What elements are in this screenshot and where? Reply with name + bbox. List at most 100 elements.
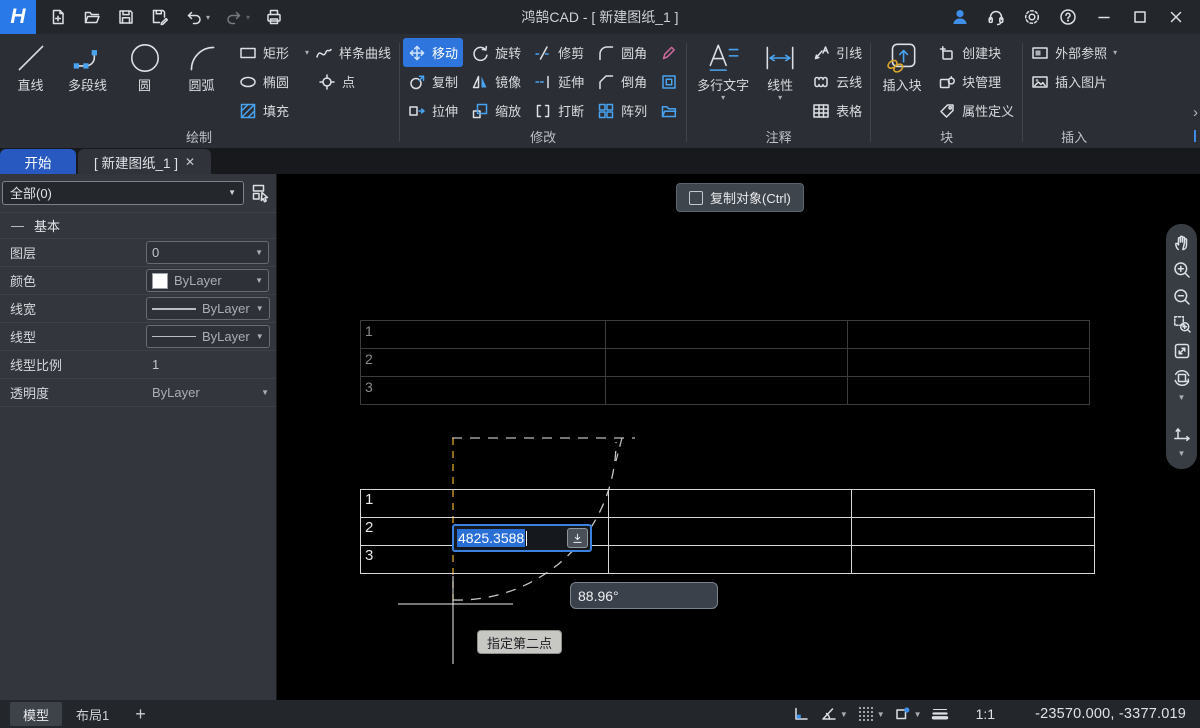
help-icon	[1058, 7, 1078, 27]
close-button[interactable]	[1160, 2, 1192, 32]
circle-tool[interactable]: 圆	[116, 38, 173, 93]
tab-drawing[interactable]: [ 新建图纸_1 ] ✕	[78, 149, 211, 174]
ribbon-expand-chevron[interactable]: ›	[1193, 104, 1198, 121]
revision-cloud-tool[interactable]: 云线	[807, 67, 867, 96]
tab-close-icon[interactable]: ✕	[185, 155, 195, 169]
new-layout-button[interactable]: +	[123, 704, 158, 725]
model-space-tab[interactable]: 模型	[10, 702, 62, 726]
linear-dimension-tool[interactable]: 线性 ▾	[756, 38, 804, 102]
mirror-tool[interactable]: 镜像	[466, 67, 526, 96]
selection-filter-dropdown[interactable]: 全部(0) ▼	[2, 181, 244, 205]
copy-object-checkbox[interactable]	[689, 191, 703, 205]
spline-tool[interactable]: ▾ 样条曲线	[300, 38, 396, 67]
quick-select-button[interactable]	[247, 180, 274, 205]
offset-tool[interactable]	[655, 67, 683, 96]
object-snap-toggle[interactable]: ▼	[889, 702, 926, 726]
ortho-mode-toggle[interactable]	[787, 702, 815, 726]
attribute-definition-tool[interactable]: 属性定义	[933, 96, 1019, 125]
pan-button[interactable]	[1170, 231, 1194, 255]
property-row-transparency: 透明度 ByLayer ▼	[0, 379, 276, 407]
minimize-button[interactable]	[1088, 2, 1120, 32]
osnap-dropdown-caret[interactable]: ▼	[914, 710, 922, 719]
basic-section-header[interactable]: — 基本	[0, 212, 276, 239]
zoom-extents-button[interactable]	[1170, 339, 1194, 363]
match-properties-tool[interactable]	[655, 38, 683, 67]
ucs-button[interactable]	[1170, 422, 1194, 446]
polar-tracking-toggle[interactable]: ▼	[815, 702, 852, 726]
layer-dropdown[interactable]: 0 ▼	[146, 241, 269, 264]
save-as-button[interactable]	[144, 2, 176, 32]
zoom-window-button[interactable]	[1170, 312, 1194, 336]
polyline-tool[interactable]: 多段线	[59, 38, 116, 93]
explode-tool[interactable]	[655, 96, 683, 125]
fillet-tool[interactable]: 圆角	[592, 38, 652, 67]
copy-tool[interactable]: 复制	[403, 67, 463, 96]
line-tool[interactable]: 直线	[2, 38, 59, 93]
break-tool[interactable]: 打断	[529, 96, 589, 125]
orbit-button[interactable]	[1170, 366, 1194, 390]
external-reference-tool[interactable]: 外部参照 ▾	[1026, 38, 1122, 67]
app-logo[interactable]: H	[0, 0, 36, 34]
linetype-dropdown[interactable]: ByLayer ▼	[146, 325, 270, 348]
undo-dropdown-caret[interactable]: ▾	[206, 13, 210, 22]
table-tool[interactable]: 表格	[807, 96, 867, 125]
copy-object-option[interactable]: 复制对象(Ctrl)	[676, 183, 804, 212]
drawing-canvas[interactable]: 1 2 3 1 2 3 复制对象(Ctrl) 4825.3588 88.96° …	[277, 174, 1200, 700]
dynamic-input[interactable]: 4825.3588	[452, 524, 592, 552]
layout1-tab[interactable]: 布局1	[62, 702, 123, 726]
undo-button[interactable]: ▾	[178, 2, 216, 32]
grid-toggle[interactable]: ▼	[852, 702, 889, 726]
hatch-tool[interactable]: 填充	[234, 96, 294, 125]
redo-dropdown-caret[interactable]: ▾	[246, 13, 250, 22]
annotation-scale[interactable]: 1:1	[976, 706, 995, 722]
orbit-dropdown-caret[interactable]: ▼	[1178, 393, 1186, 402]
leader-tool[interactable]: 引线	[807, 38, 867, 67]
ltscale-value[interactable]: 1	[146, 357, 159, 372]
new-file-button[interactable]	[42, 2, 74, 32]
mtext-tool[interactable]: 多行文字 ▾	[690, 38, 756, 102]
save-button[interactable]	[110, 2, 142, 32]
fillet-icon	[597, 44, 615, 62]
point-tool[interactable]: 点	[300, 67, 396, 96]
lineweight-display-toggle[interactable]	[926, 702, 954, 726]
ellipse-tool[interactable]: 椭圆	[234, 67, 294, 96]
array-tool[interactable]: 阵列	[592, 96, 652, 125]
extend-tool[interactable]: 延伸	[529, 67, 589, 96]
rotate-tool[interactable]: 旋转	[466, 38, 526, 67]
insert-block-tool[interactable]: 插入块	[874, 38, 930, 93]
redo-button[interactable]: ▾	[218, 2, 256, 32]
lineweight-dropdown[interactable]: ByLayer ▼	[146, 297, 270, 320]
chamfer-tool[interactable]: 倒角	[592, 67, 652, 96]
rectangle-tool[interactable]: 矩形	[234, 38, 294, 67]
print-button[interactable]	[258, 2, 290, 32]
settings-button[interactable]	[1016, 2, 1048, 32]
dynamic-input-value[interactable]: 4825.3588	[457, 529, 525, 547]
dimension-dropdown-caret[interactable]: ▾	[778, 93, 782, 102]
account-button[interactable]	[944, 2, 976, 32]
zoom-out-button[interactable]	[1170, 285, 1194, 309]
scale-tool[interactable]: 缩放	[466, 96, 526, 125]
trim-tool[interactable]: 修剪	[529, 38, 589, 67]
help-button[interactable]	[1052, 2, 1084, 32]
open-file-button[interactable]	[76, 2, 108, 32]
move-tool[interactable]: 移动	[403, 38, 463, 67]
dynamic-input-dropdown-button[interactable]	[567, 528, 588, 548]
mtext-dropdown-caret[interactable]: ▾	[721, 93, 725, 102]
support-button[interactable]	[980, 2, 1012, 32]
create-block-tool[interactable]: 创建块	[933, 38, 1019, 67]
color-dropdown[interactable]: ByLayer ▼	[146, 269, 269, 292]
block-manager-tool[interactable]: 块管理	[933, 67, 1019, 96]
xref-dropdown-caret[interactable]: ▾	[1113, 48, 1117, 57]
stretch-tool[interactable]: 拉伸	[403, 96, 463, 125]
arc-tool[interactable]: 圆弧	[173, 38, 230, 93]
grid-dropdown-caret[interactable]: ▼	[877, 710, 885, 719]
insert-image-tool[interactable]: 插入图片	[1026, 67, 1122, 96]
zoom-in-button[interactable]	[1170, 258, 1194, 282]
maximize-button[interactable]	[1124, 2, 1156, 32]
polar-dropdown-caret[interactable]: ▼	[840, 710, 848, 719]
spline-dropdown-caret[interactable]: ▾	[305, 48, 309, 57]
transparency-value[interactable]: ByLayer	[146, 385, 200, 400]
table-original[interactable]: 1 2 3	[360, 320, 1090, 405]
tab-start[interactable]: 开始	[0, 149, 76, 174]
ucs-dropdown-caret[interactable]: ▼	[1178, 449, 1186, 458]
